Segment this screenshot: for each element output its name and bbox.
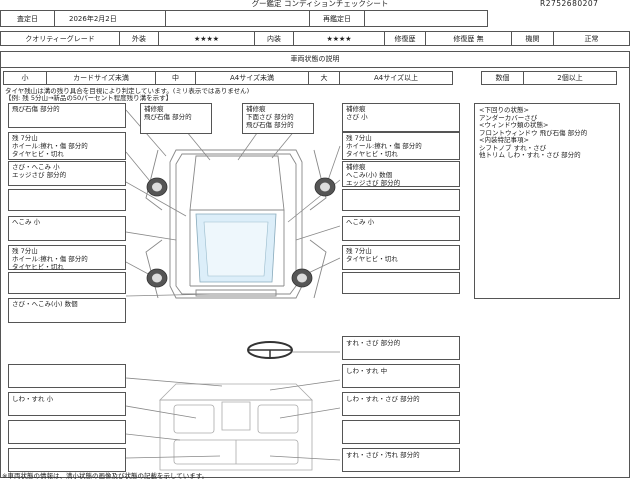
note-box-right-blank-2 <box>342 272 460 294</box>
interior-note-right-blank <box>342 420 460 444</box>
note-box-left-3: さび・へこみ 小 エッジさび 部分的 <box>8 161 126 186</box>
note-box-left-5: 残 7分山 ホイール:擦れ・傷 部分的 タイヤヒビ・切れ <box>8 245 126 271</box>
note-box-top-2: 補修痕 下面さび 部分的 飛び石傷 部分的 <box>242 103 314 134</box>
note-box-top-1: 補修痕 飛び石傷 部分的 <box>140 103 212 134</box>
interior-note-right-1: すれ・さび 部分的 <box>342 336 460 360</box>
note-box-right-blank-1 <box>342 189 460 211</box>
side-info-box: <下回りの状態> アンダーカバーさび <ウィンドウ類の状態> フロントウィンドウ… <box>474 103 620 299</box>
note-box-left-6: さび・へこみ(小) 数個 <box>8 298 126 323</box>
interior-note-left-blank-2 <box>8 420 126 444</box>
note-box-right-2: 補修痕 へこみ(小) 数個 エッジさび 部分的 <box>342 161 460 187</box>
footer-note: ※車両状態の情報は、満小状態の画像及び状態の記載を示しています。 <box>2 472 209 480</box>
note-box-left-blank-1 <box>8 189 126 211</box>
note-box-right-1: 残 7分山 ホイール:擦れ・傷 部分的 タイヤヒビ・切れ <box>342 132 460 160</box>
interior-note-right-3: しわ・すれ・さび 部分的 <box>342 392 460 416</box>
interior-note-left-blank-3 <box>8 448 126 472</box>
interior-note-right-4: すれ・さび・汚れ 部分的 <box>342 448 460 472</box>
note-box-left-1: 飛び石傷 部分的 <box>8 103 126 128</box>
interior-note-left-blank-1 <box>8 364 126 388</box>
note-box-right-top: 補修痕 さび 小 <box>342 103 460 132</box>
interior-note-right-2: しわ・すれ 中 <box>342 364 460 388</box>
note-box-right-4: 残 7分山 タイヤヒビ・切れ <box>342 245 460 270</box>
note-box-right-3: へこみ 小 <box>342 216 460 241</box>
note-box-left-4: へこみ 小 <box>8 216 126 241</box>
interior-note-left-1: しわ・すれ 小 <box>8 392 126 416</box>
note-box-left-2: 残 7分山 ホイール:擦れ・傷 部分的 タイヤヒビ・切れ <box>8 132 126 160</box>
note-box-left-blank-2 <box>8 272 126 294</box>
